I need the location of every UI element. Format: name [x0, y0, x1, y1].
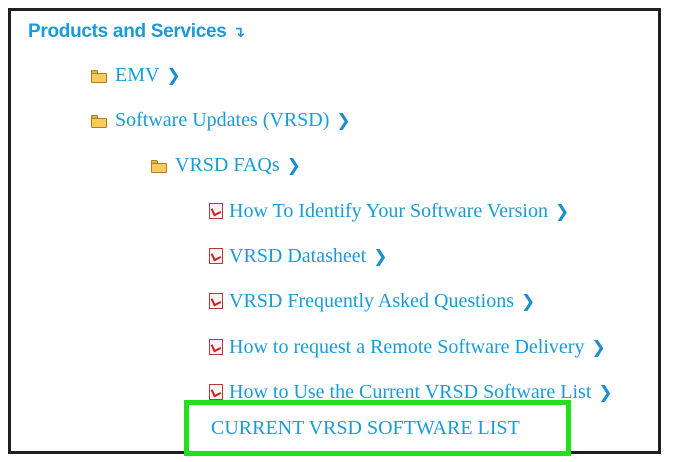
chevron-right-icon[interactable]: ❯	[287, 156, 301, 176]
pdf-icon	[209, 248, 223, 264]
tree-header-label[interactable]: Products and Services	[28, 21, 227, 42]
current-vrsd-software-list-link[interactable]: CURRENT VRSD SOFTWARE LIST	[211, 417, 520, 440]
tree-item-software-updates[interactable]: Software Updates (VRSD) ❯	[91, 109, 351, 132]
chevron-right-icon[interactable]: ❯	[555, 202, 569, 222]
chevron-right-icon[interactable]: ❯	[598, 383, 612, 403]
tree-item-vrsd-faqs[interactable]: VRSD FAQs ❯	[151, 154, 301, 177]
pdf-icon	[209, 339, 223, 355]
folder-icon	[151, 160, 167, 173]
tree-item-label[interactable]: VRSD FAQs	[175, 154, 280, 176]
tree-header-products-and-services[interactable]: Products and Services ↴	[28, 21, 245, 43]
document-link-label[interactable]: VRSD Frequently Asked Questions	[229, 290, 514, 312]
chevron-right-icon[interactable]: ❯	[521, 292, 535, 312]
document-link-label[interactable]: How to request a Remote Software Deliver…	[229, 336, 584, 358]
folder-icon	[91, 115, 107, 128]
document-link-vrsd-datasheet[interactable]: VRSD Datasheet ❯	[209, 245, 387, 268]
tree-item-label[interactable]: EMV	[115, 64, 159, 86]
chevron-right-icon[interactable]: ❯	[166, 66, 180, 86]
pdf-icon	[209, 203, 223, 219]
folder-icon	[91, 70, 107, 83]
document-link-vrsd-faq[interactable]: VRSD Frequently Asked Questions ❯	[209, 290, 535, 313]
pdf-icon	[209, 293, 223, 309]
navigation-tree-panel: Products and Services ↴ EMV ❯ Software Upd…	[8, 8, 661, 454]
down-arrow-icon: ↴	[232, 23, 246, 41]
chevron-right-icon[interactable]: ❯	[373, 247, 387, 267]
chevron-right-icon[interactable]: ❯	[336, 111, 350, 131]
tree-item-label[interactable]: Software Updates (VRSD)	[115, 109, 329, 131]
chevron-right-icon[interactable]: ❯	[591, 338, 605, 358]
highlight-box: CURRENT VRSD SOFTWARE LIST	[184, 400, 571, 456]
document-link-label[interactable]: VRSD Datasheet	[229, 245, 366, 267]
document-link-label[interactable]: How To Identify Your Software Version	[229, 200, 548, 222]
pdf-icon	[209, 384, 223, 400]
document-link-request-remote-delivery[interactable]: How to request a Remote Software Deliver…	[209, 336, 606, 359]
tree-item-emv[interactable]: EMV ❯	[91, 64, 181, 87]
document-link-identify-software-version[interactable]: How To Identify Your Software Version ❯	[209, 200, 569, 223]
